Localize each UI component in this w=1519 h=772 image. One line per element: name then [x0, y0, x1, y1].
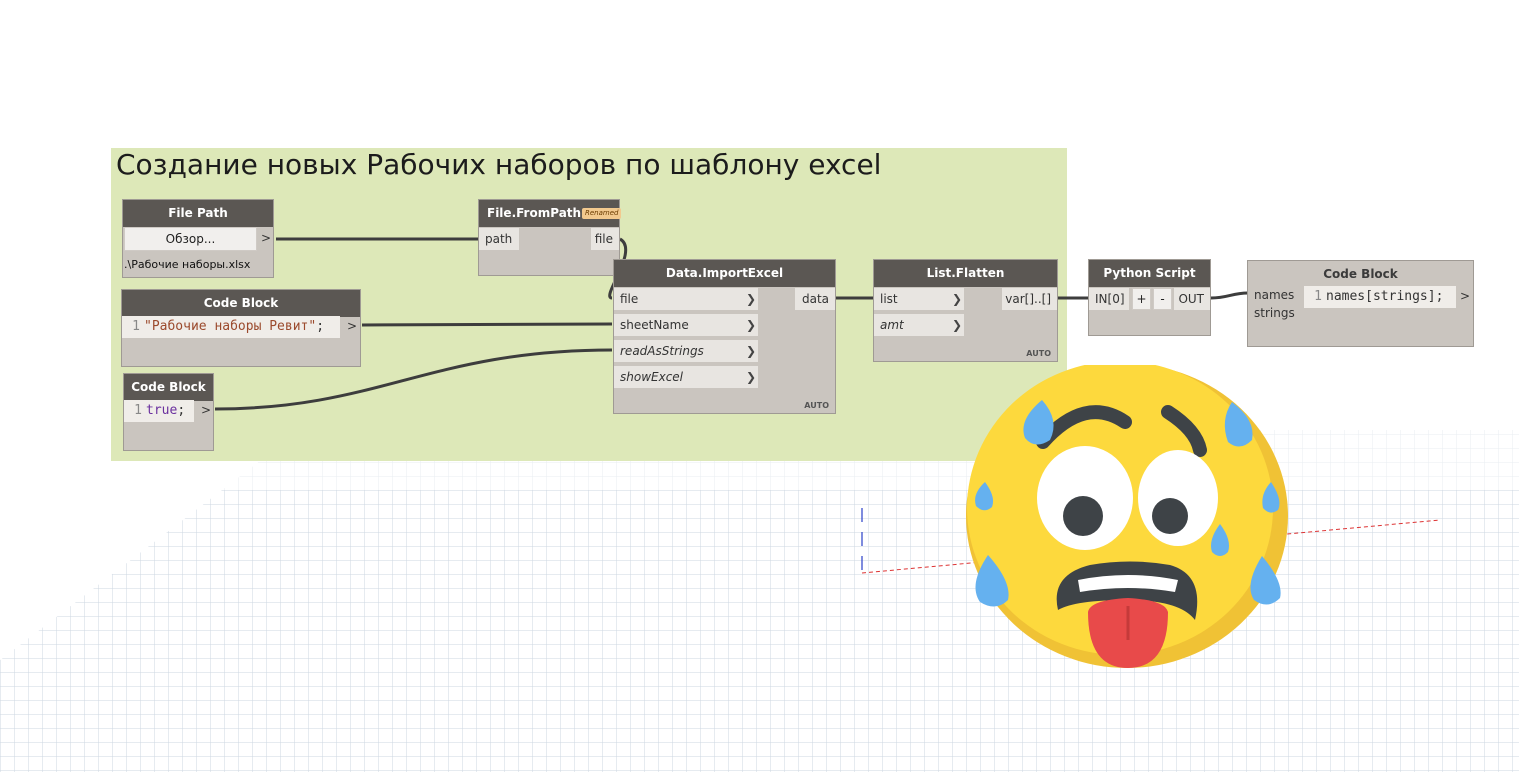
node-title: Python Script: [1089, 260, 1210, 287]
output-port[interactable]: >: [201, 403, 211, 417]
input-port-strings[interactable]: strings: [1254, 306, 1295, 320]
input-port-amt[interactable]: amt ❯: [874, 314, 964, 336]
output-port-var[interactable]: var[]..[]: [1002, 288, 1057, 310]
wire-codeblock1-to-sheetname: [361, 322, 613, 327]
code-semicolon: ;: [177, 403, 186, 418]
code-block-node-sheet[interactable]: Code Block 1 "Рабочие наборы Ревит"; >: [121, 289, 361, 367]
input-port-in0[interactable]: IN[0]: [1089, 288, 1129, 310]
remove-input-button[interactable]: -: [1153, 288, 1172, 310]
file-path-node[interactable]: File Path Обзор... > .\Рабочие наборы.xl…: [122, 199, 274, 278]
list-flatten-node[interactable]: List.Flatten list ❯ amt ❯ var[]..[] AUTO: [873, 259, 1058, 362]
lacing-label: AUTO: [804, 401, 829, 410]
line-number: 1: [132, 319, 140, 334]
code-semicolon: ;: [316, 319, 325, 334]
wire-python-to-codeblock: [1210, 291, 1249, 300]
output-port-out[interactable]: OUT: [1174, 288, 1210, 310]
line-number: 1: [134, 403, 142, 418]
code-string: "Рабочие наборы Ревит": [144, 319, 317, 334]
file-path-value: .\Рабочие наборы.xlsx: [124, 258, 251, 271]
anxious-sweat-face-icon: [966, 365, 1288, 668]
file-from-path-node[interactable]: File.FromPath Renamed path file: [478, 199, 622, 276]
node-title: Data.ImportExcel: [614, 260, 835, 287]
line-number: 1: [1314, 289, 1322, 304]
python-script-node[interactable]: Python Script IN[0] + - OUT: [1088, 259, 1211, 336]
output-port[interactable]: >: [261, 231, 271, 245]
node-title-text: File.FromPath: [487, 206, 582, 220]
code-editor[interactable]: 1 "Рабочие наборы Ревит";: [122, 316, 340, 338]
output-port[interactable]: >: [347, 319, 357, 333]
code-editor[interactable]: 1 names[strings];: [1304, 286, 1456, 308]
input-port-sheetname[interactable]: sheetName ❯: [614, 314, 758, 336]
browse-button[interactable]: Обзор...: [124, 227, 257, 251]
code-text: names[strings];: [1326, 289, 1444, 304]
node-title: File Path: [123, 200, 273, 227]
input-port-names[interactable]: names: [1254, 288, 1294, 302]
import-excel-node[interactable]: Data.ImportExcel file ❯ sheetName ❯ readAs…: [613, 259, 836, 414]
node-title: Code Block: [124, 374, 213, 401]
input-port-path[interactable]: path: [479, 228, 519, 250]
output-port-file[interactable]: file: [591, 228, 619, 250]
code-block-node-bool[interactable]: Code Block 1 true; >: [123, 373, 214, 451]
code-block-node-filter[interactable]: Code Block names strings 1 names[strings]…: [1247, 260, 1474, 347]
input-port-file[interactable]: file ❯: [614, 288, 758, 310]
node-title: Code Block: [1248, 261, 1473, 288]
input-port-showexcel[interactable]: showExcel ❯: [614, 366, 758, 388]
input-port-readasstrings[interactable]: readAsStrings ❯: [614, 340, 758, 362]
lacing-label: AUTO: [1026, 349, 1051, 358]
node-title: List.Flatten: [874, 260, 1057, 287]
input-port-list[interactable]: list ❯: [874, 288, 964, 310]
code-editor[interactable]: 1 true;: [124, 400, 194, 422]
code-keyword: true: [146, 403, 178, 418]
add-input-button[interactable]: +: [1132, 288, 1151, 310]
renamed-badge: Renamed: [582, 208, 622, 219]
output-port-data[interactable]: data: [795, 288, 835, 310]
output-port[interactable]: >: [1460, 289, 1470, 303]
node-title: Code Block: [122, 290, 360, 317]
